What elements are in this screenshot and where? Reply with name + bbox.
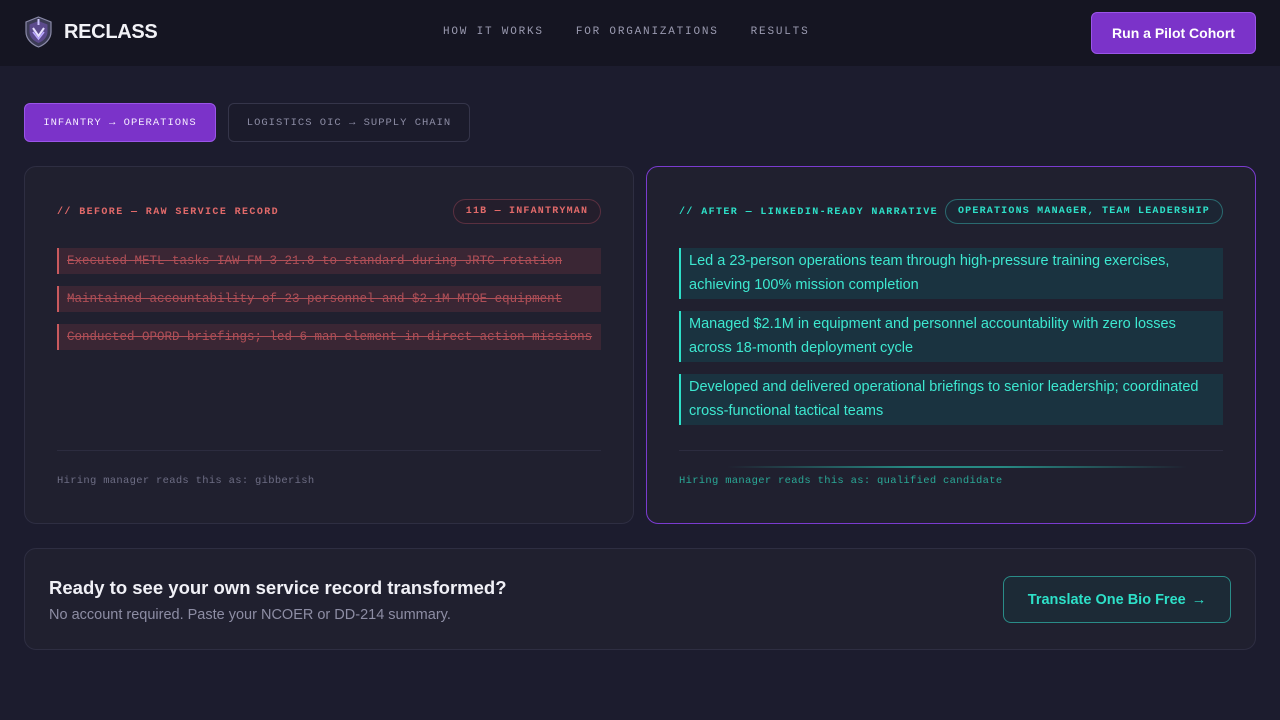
card-divider — [679, 450, 1223, 451]
after-card-label: // AFTER — LINKEDIN-READY NARRATIVE — [679, 207, 939, 218]
raw-record-lines: Executed METL tasks IAW FM 3-21.8 to sta… — [57, 248, 601, 350]
cta-banner: Ready to see your own service record tra… — [24, 548, 1256, 650]
raw-line: Conducted OPORD briefings; led 6-man ele… — [57, 324, 601, 350]
brand-logo[interactable]: RECLASS — [24, 16, 158, 48]
after-role-badge: OPERATIONS MANAGER, TEAM LEADERSHIP — [945, 199, 1223, 224]
run-pilot-cohort-button[interactable]: Run a Pilot Cohort — [1091, 12, 1256, 54]
before-card-label: // BEFORE — RAW SERVICE RECORD — [57, 207, 280, 218]
nav-results[interactable]: RESULTS — [751, 26, 810, 38]
nav-how-it-works[interactable]: HOW IT WORKS — [443, 26, 544, 38]
top-navigation-bar: RECLASS HOW IT WORKS FOR ORGANIZATIONS R… — [0, 0, 1280, 66]
cta-subtitle: No account required. Paste your NCOER or… — [49, 607, 451, 623]
translate-bio-button-label: Translate One Bio Free — [1027, 591, 1186, 608]
brand-name: RECLASS — [64, 20, 158, 43]
card-divider — [57, 450, 601, 451]
before-verdict: Hiring manager reads this as: gibberish — [57, 475, 315, 487]
translate-bio-button[interactable]: Translate One Bio Free → — [1003, 576, 1231, 623]
accent-glow-line — [727, 466, 1187, 468]
after-verdict: Hiring manager reads this as: qualified … — [679, 475, 1003, 487]
nav-for-organizations[interactable]: FOR ORGANIZATIONS — [576, 26, 719, 38]
cta-title: Ready to see your own service record tra… — [49, 577, 507, 598]
raw-line: Executed METL tasks IAW FM 3-21.8 to sta… — [57, 248, 601, 274]
narrative-lines: Led a 23-person operations team through … — [679, 248, 1223, 425]
narrative-line: Managed $2.1M in equipment and personnel… — [679, 311, 1223, 362]
narrative-line: Led a 23-person operations team through … — [679, 248, 1223, 299]
shield-crest-icon — [25, 16, 52, 48]
before-card: // BEFORE — RAW SERVICE RECORD 11B — INF… — [24, 166, 634, 524]
tab-infantry-operations[interactable]: INFANTRY → OPERATIONS — [24, 103, 216, 142]
before-role-badge: 11B — INFANTRYMAN — [453, 199, 601, 224]
raw-line: Maintained accountability of 23 personne… — [57, 286, 601, 312]
narrative-line: Developed and delivered operational brie… — [679, 374, 1223, 425]
arrow-right-icon: → — [1191, 591, 1207, 608]
after-card: // AFTER — LINKEDIN-READY NARRATIVE OPER… — [646, 166, 1256, 524]
main-nav: HOW IT WORKS FOR ORGANIZATIONS RESULTS — [443, 26, 809, 38]
tab-logistics-supply-chain[interactable]: LOGISTICS OIC → SUPPLY CHAIN — [228, 103, 470, 142]
